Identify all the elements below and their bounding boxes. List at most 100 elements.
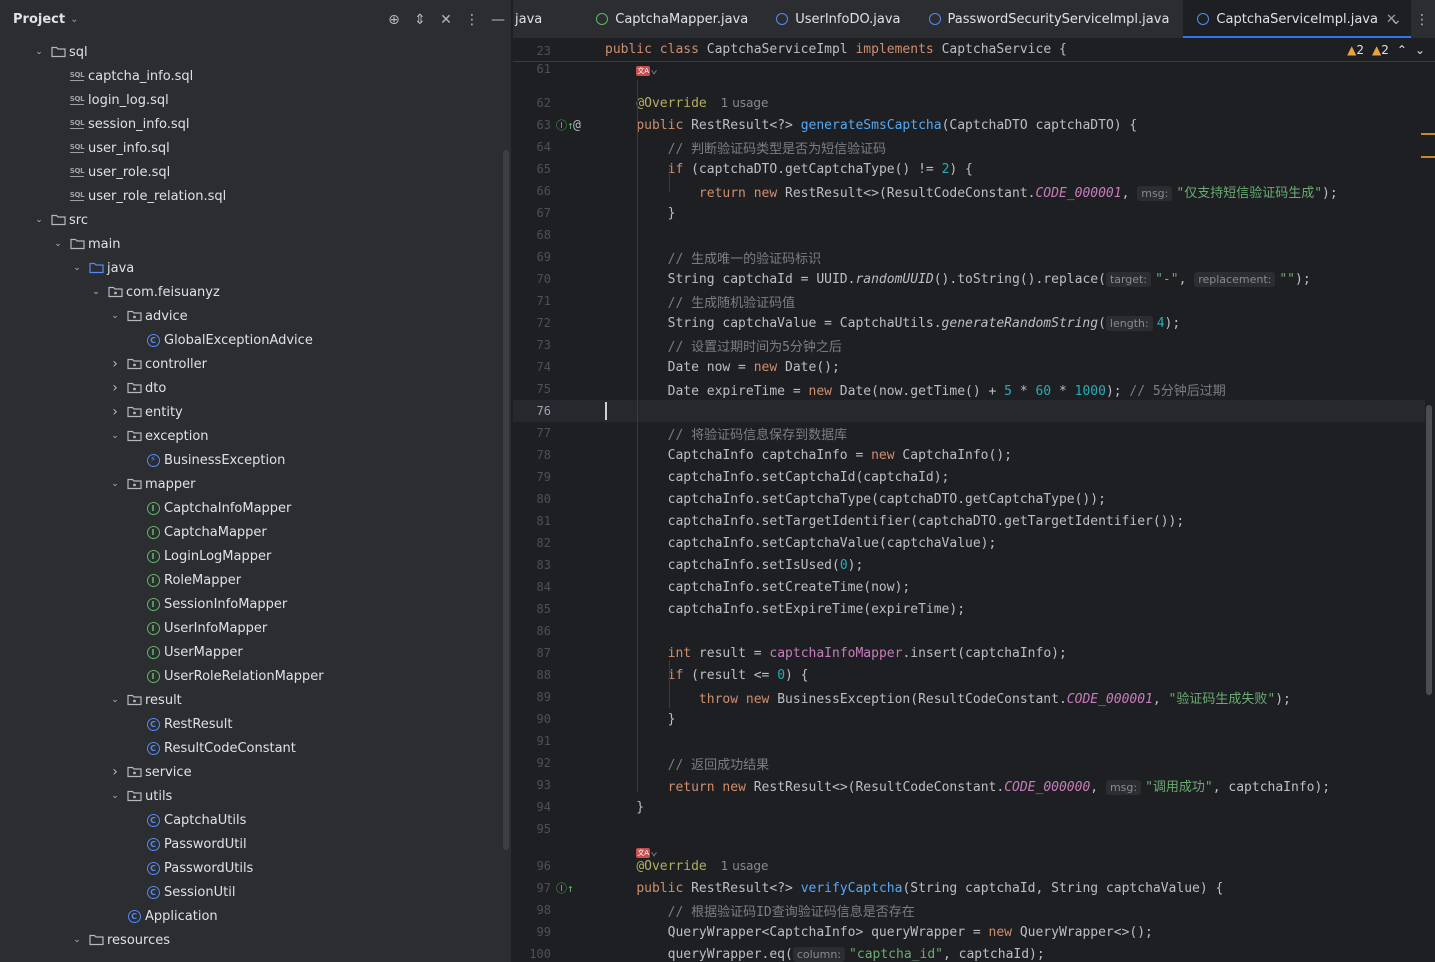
tree-item-userrolerelationmapper[interactable]: I UserRoleRelationMapper [0, 664, 499, 688]
code-line[interactable]: 83 captchaInfo.setIsUsed(0); [513, 554, 1425, 576]
code-line[interactable]: 91 [513, 730, 1425, 752]
editor-tab-userinfodo-java[interactable]: UserInfoDO.java [762, 0, 914, 38]
tree-item-main[interactable]: ⌄ main [0, 232, 499, 256]
code-line[interactable]: 85 captchaInfo.setExpireTime(expireTime)… [513, 598, 1425, 620]
chevron-down-icon[interactable]: ⌄ [89, 287, 103, 297]
code-line[interactable]: 100 queryWrapper.eq(column: "captcha_id",… [513, 943, 1425, 962]
code-area[interactable]: 23 public class CaptchaServiceImpl imple… [513, 40, 1435, 962]
project-scrollbar[interactable] [503, 150, 509, 850]
tree-item-session-info-sql[interactable]: SQL session_info.sql [0, 112, 499, 136]
tree-item-rolemapper[interactable]: I RoleMapper [0, 568, 499, 592]
line-number[interactable]: 79 [513, 470, 551, 484]
code-line[interactable]: 75 Date expireTime = new Date(now.getTim… [513, 378, 1425, 400]
line-number[interactable]: 86 [513, 624, 551, 638]
editor-tab-java[interactable]: java [513, 0, 582, 38]
chevron-down-icon[interactable]: ⌄ [32, 47, 46, 57]
line-number[interactable]: 67 [513, 206, 551, 220]
line-number[interactable]: 75 [513, 382, 551, 396]
code-line[interactable]: 88 if (result <= 0) { [513, 664, 1425, 686]
code-line[interactable]: 93 return new RestResult<>(ResultCodeCon… [513, 774, 1425, 796]
code-line[interactable]: 92 // 返回成功结果 [513, 752, 1425, 774]
code-line[interactable]: 71 // 生成随机验证码值 [513, 290, 1425, 312]
project-title[interactable]: Project [13, 12, 65, 27]
tree-item-sessionutil[interactable]: C SessionUtil [0, 880, 499, 904]
code-line[interactable]: 94 } [513, 796, 1425, 818]
tree-item-user-role-relation-sql[interactable]: SQL user_role_relation.sql [0, 184, 499, 208]
line-number[interactable]: 72 [513, 316, 551, 330]
line-number[interactable]: 88 [513, 668, 551, 682]
code-line[interactable]: 79 captchaInfo.setCaptchaId(captchaId); [513, 466, 1425, 488]
line-number[interactable]: 90 [513, 712, 551, 726]
line-number[interactable]: 91 [513, 734, 551, 748]
tree-item-resultcodeconstant[interactable]: C ResultCodeConstant [0, 736, 499, 760]
line-number[interactable]: 98 [513, 903, 551, 917]
tree-item-dto[interactable]: › dto [0, 376, 499, 400]
code-line[interactable]: 73 // 设置过期时间为5分钟之后 [513, 334, 1425, 356]
code-line[interactable]: 90 } [513, 708, 1425, 730]
tree-item-captchainfomapper[interactable]: I CaptchaInfoMapper [0, 496, 499, 520]
tree-item-usermapper[interactable]: I UserMapper [0, 640, 499, 664]
tree-item-loginlogmapper[interactable]: I LoginLogMapper [0, 544, 499, 568]
code-line[interactable]: 87 int result = captchaInfoMapper.insert… [513, 642, 1425, 664]
line-number[interactable]: 100 [513, 947, 551, 961]
tree-item-user-info-sql[interactable]: SQL user_info.sql [0, 136, 499, 160]
tree-item-utils[interactable]: ⌄ utils [0, 784, 499, 808]
tree-item-mapper[interactable]: ⌄ mapper [0, 472, 499, 496]
code-line[interactable]: 89 throw new BusinessException(ResultCod… [513, 686, 1425, 708]
chevron-down-icon[interactable]: ⌄ [70, 935, 84, 945]
code-line[interactable]: 69 // 生成唯一的验证码标识 [513, 246, 1425, 268]
endpoint-icon[interactable]: @ [573, 118, 581, 133]
tree-item-service[interactable]: › service [0, 760, 499, 784]
code-line[interactable]: 65 if (captchaDTO.getCaptchaType() != 2)… [513, 158, 1425, 180]
line-number[interactable]: 70 [513, 272, 551, 286]
code-line[interactable]: 72 String captchaValue = CaptchaUtils.ge… [513, 312, 1425, 334]
line-number[interactable]: 84 [513, 580, 551, 594]
line-number[interactable]: 63 [513, 118, 551, 132]
code-line[interactable]: 62 @Override 1 usage [513, 92, 1425, 114]
chevron-down-icon[interactable]: ⌄ [108, 791, 122, 801]
code-line[interactable]: 78 CaptchaInfo captchaInfo = new Captcha… [513, 444, 1425, 466]
code-line[interactable]: 80 captchaInfo.setCaptchaType(captchaDTO… [513, 488, 1425, 510]
code-line[interactable]: 82 captchaInfo.setCaptchaValue(captchaVa… [513, 532, 1425, 554]
tree-item-controller[interactable]: › controller [0, 352, 499, 376]
chevron-right-icon[interactable]: › [108, 356, 122, 372]
line-number[interactable]: 71 [513, 294, 551, 308]
chevron-right-icon[interactable]: › [108, 764, 122, 780]
tree-item-application[interactable]: C Application [0, 904, 499, 928]
code-line[interactable]: 84 captchaInfo.setCreateTime(now); [513, 576, 1425, 598]
chevron-down-icon[interactable]: ⌄ [1415, 43, 1425, 57]
line-number[interactable]: 82 [513, 536, 551, 550]
chevron-right-icon[interactable]: › [108, 404, 122, 420]
code-line[interactable]: 63 Ⓘ↑ @ public RestResult<?> generateSmsCa… [513, 114, 1425, 136]
line-number[interactable]: 89 [513, 690, 551, 704]
line-number[interactable]: 61 [513, 62, 551, 76]
code-line[interactable]: 64 // 判断验证码类型是否为短信验证码 [513, 136, 1425, 158]
tree-item-exception[interactable]: ⌄ exception [0, 424, 499, 448]
tree-item-user-role-sql[interactable]: SQL user_role.sql [0, 160, 499, 184]
chevron-down-icon[interactable]: ⌄ [108, 695, 122, 705]
line-number[interactable]: 94 [513, 800, 551, 814]
code-line[interactable]: 70 String captchaId = UUID.randomUUID().… [513, 268, 1425, 290]
code-line[interactable]: 96 @Override 1 usage [513, 855, 1425, 877]
line-number[interactable]: 74 [513, 360, 551, 374]
code-line[interactable]: 97 Ⓘ↑ public RestResult<?> verifyCaptcha(… [513, 877, 1425, 899]
code-line[interactable]: 67 } [513, 202, 1425, 224]
chevron-down-icon[interactable]: ⌄ [70, 263, 84, 273]
more-icon[interactable]: ⋮ [459, 12, 485, 28]
tree-item-globalexceptionadvice[interactable]: C GlobalExceptionAdvice [0, 328, 499, 352]
code-line[interactable]: 74 Date now = new Date(); [513, 356, 1425, 378]
line-number[interactable]: 99 [513, 925, 551, 939]
code-line[interactable]: 98 // 根据验证码ID查询验证码信息是否存在 [513, 899, 1425, 921]
warning-marker[interactable] [1421, 156, 1435, 158]
line-number[interactable]: 66 [513, 184, 551, 198]
locate-icon[interactable]: ⊕ [381, 12, 407, 28]
implements-method-icon[interactable]: Ⓘ↑ [556, 880, 574, 896]
line-number[interactable]: 96 [513, 859, 551, 873]
code-line[interactable]: 77 // 将验证码信息保存到数据库 [513, 422, 1425, 444]
editor-scrollbar[interactable] [1426, 405, 1432, 695]
tree-item-sessioninfomapper[interactable]: I SessionInfoMapper [0, 592, 499, 616]
editor-tab-passwordsecurityserviceimpl-java[interactable]: PasswordSecurityServiceImpl.java [915, 0, 1184, 38]
tree-item-login-log-sql[interactable]: SQL login_log.sql [0, 88, 499, 112]
chevron-right-icon[interactable]: › [108, 380, 122, 396]
code-line[interactable]: 76 [513, 400, 1425, 422]
